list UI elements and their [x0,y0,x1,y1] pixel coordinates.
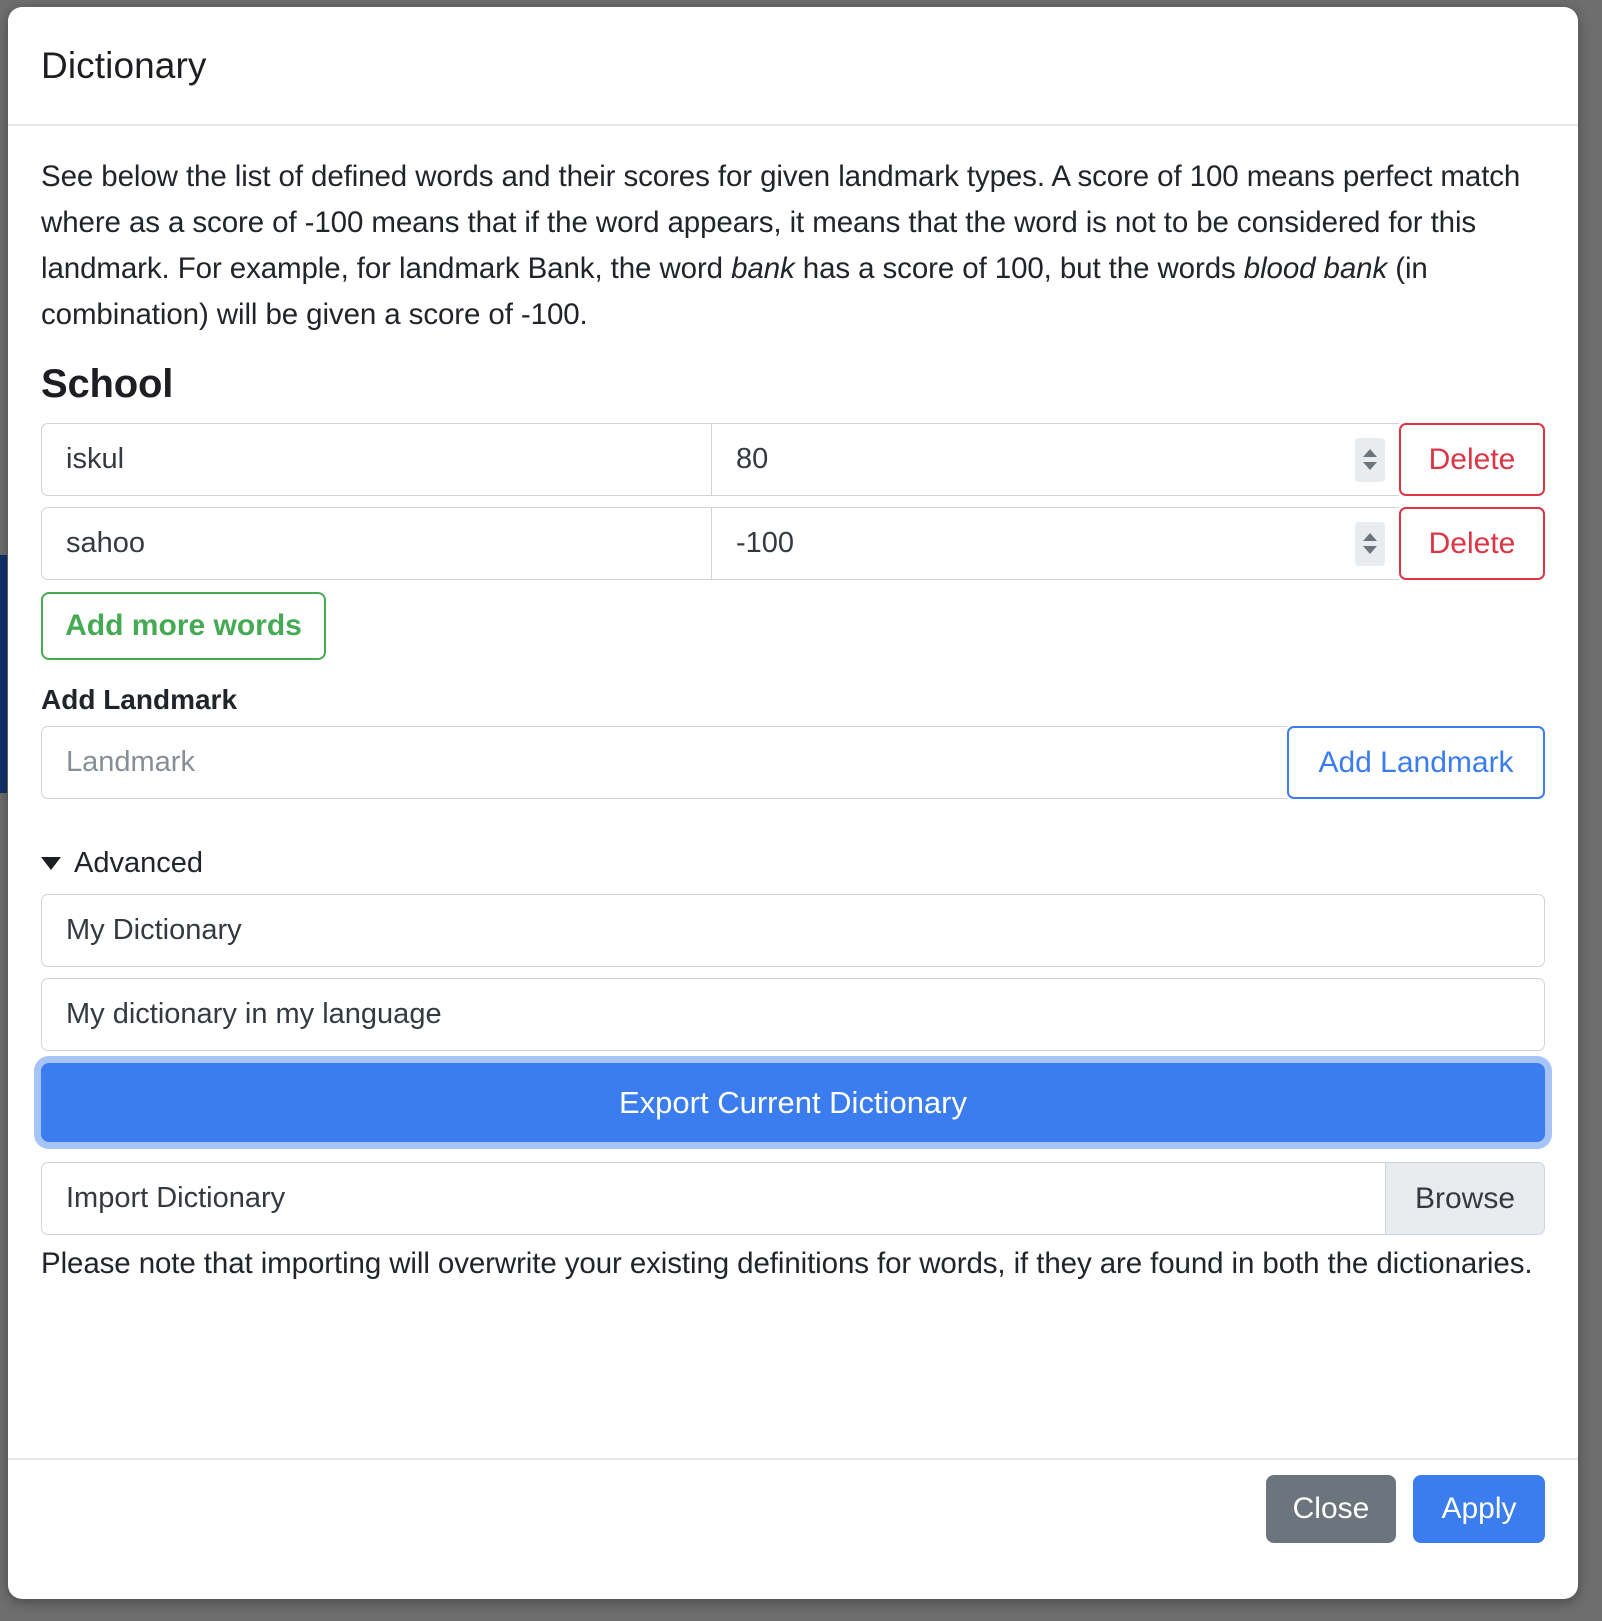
intro-text-2: has a score of 100, but the words [794,252,1244,286]
modal-header: Dictionary [8,7,1578,126]
screen-root: Dictionary See below the list of defined… [0,0,1602,1621]
number-stepper[interactable] [1355,521,1385,566]
chevron-down-icon[interactable] [1363,462,1377,471]
score-value: 80 [736,443,769,476]
browse-button[interactable]: Browse [1385,1162,1545,1236]
intro-emphasis-blood-bank: blood bank [1243,252,1388,286]
chevron-up-icon[interactable] [1363,449,1377,458]
import-dictionary-input[interactable]: Import Dictionary [41,1162,1385,1236]
add-landmark-button[interactable]: Add Landmark [1287,726,1545,800]
delete-button[interactable]: Delete [1399,423,1545,497]
dictionary-name-input[interactable]: My Dictionary [41,894,1545,968]
number-stepper[interactable] [1355,437,1385,482]
import-dictionary-row: Import Dictionary Browse [41,1162,1545,1236]
export-dictionary-button[interactable]: Export Current Dictionary [41,1063,1545,1143]
modal-title: Dictionary [41,44,207,86]
add-landmark-label: Add Landmark [41,684,238,716]
import-note: Please note that importing will overwrit… [41,1247,1533,1281]
modal-body: See below the list of defined words and … [8,126,1578,1287]
score-value: -100 [736,527,795,560]
score-input[interactable]: 80 [711,423,1399,497]
intro-paragraph: See below the list of defined words and … [41,154,1545,338]
modal-footer: Close Apply [8,1458,1578,1599]
landmark-heading: School [41,362,174,407]
advanced-toggle[interactable]: Advanced [41,847,203,880]
triangle-down-icon [41,857,61,871]
close-button[interactable]: Close [1266,1474,1396,1543]
chevron-down-icon[interactable] [1363,546,1377,555]
dictionary-description-input[interactable]: My dictionary in my language [41,978,1545,1052]
landmark-input[interactable]: Landmark [41,726,1287,800]
intro-emphasis-bank: bank [731,252,795,286]
dictionary-modal: Dictionary See below the list of defined… [8,7,1578,1599]
delete-button[interactable]: Delete [1399,507,1545,581]
chevron-up-icon[interactable] [1363,533,1377,542]
add-more-words-button[interactable]: Add more words [41,592,326,661]
word-input[interactable]: sahoo [41,507,711,581]
add-landmark-row: Landmark Add Landmark [41,726,1545,800]
word-row: sahoo -100 Delete [41,507,1545,581]
advanced-toggle-label: Advanced [74,847,203,880]
background-page-strip [0,555,7,793]
word-input[interactable]: iskul [41,423,711,497]
word-row: iskul 80 Delete [41,423,1545,497]
score-input[interactable]: -100 [711,507,1399,581]
apply-button[interactable]: Apply [1413,1474,1545,1543]
